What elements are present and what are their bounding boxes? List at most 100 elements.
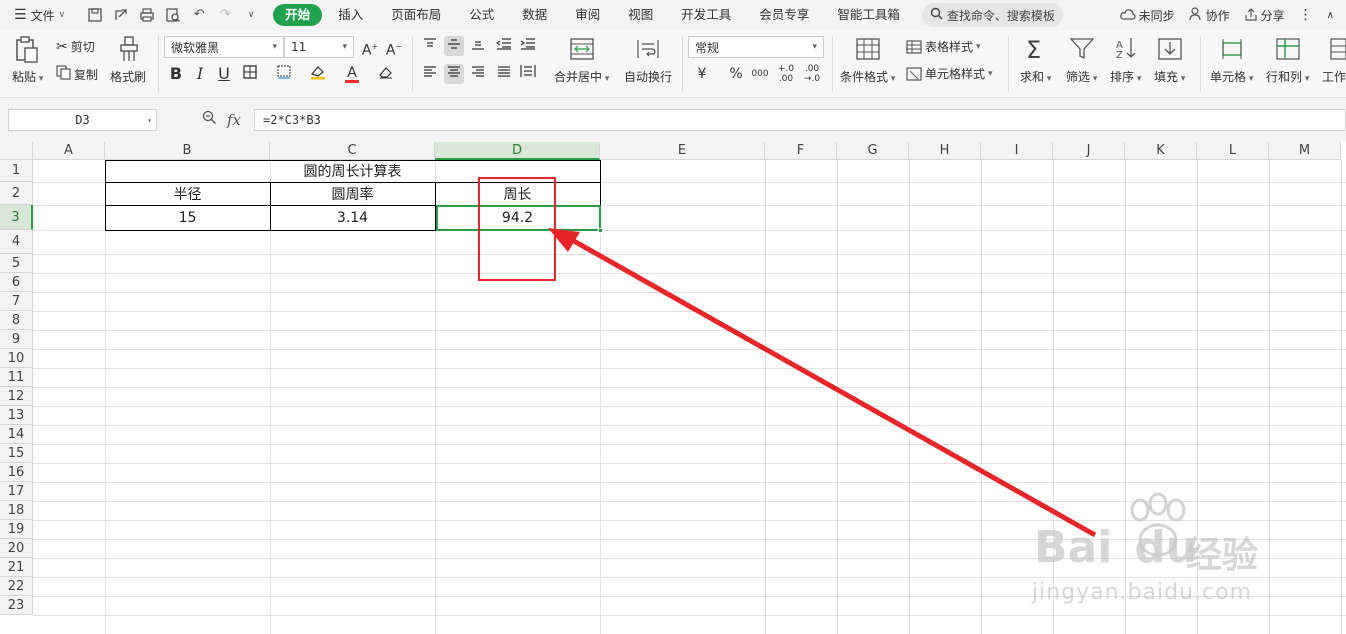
underline-icon[interactable]: U: [214, 64, 234, 84]
currency-icon[interactable]: ¥: [692, 64, 712, 84]
print-icon[interactable]: [139, 7, 155, 23]
font-size-select[interactable]: 11 ▾: [284, 36, 354, 58]
format-painter-label[interactable]: 格式刷: [110, 68, 146, 85]
row-header-16[interactable]: 16: [0, 463, 33, 482]
row-header-22[interactable]: 22: [0, 577, 33, 596]
cell-icon[interactable]: [1220, 38, 1244, 63]
wrap-text-label[interactable]: 自动换行: [624, 68, 672, 85]
paste-button[interactable]: [14, 36, 40, 67]
increase-font-icon[interactable]: A+: [360, 37, 380, 59]
header-cell-c2[interactable]: 圆周率: [270, 182, 435, 205]
redo-icon[interactable]: ↷: [217, 7, 233, 23]
table-style-button[interactable]: 表格样式 ▾: [906, 38, 981, 55]
distributed-align-icon[interactable]: [518, 64, 538, 84]
cell-button[interactable]: 单元格 ▾: [1210, 68, 1253, 85]
row-header-5[interactable]: 5: [0, 254, 33, 273]
tab-smart-toolbox[interactable]: 智能工具箱: [825, 4, 912, 26]
row-header-8[interactable]: 8: [0, 311, 33, 330]
tab-review[interactable]: 审阅: [563, 4, 612, 26]
font-color-icon[interactable]: A: [342, 63, 362, 83]
worksheet-button[interactable]: 工作: [1322, 68, 1346, 85]
tab-data[interactable]: 数据: [510, 4, 559, 26]
row-col-icon[interactable]: [1276, 38, 1300, 63]
border-icon[interactable]: [240, 64, 260, 84]
select-all-corner[interactable]: [0, 142, 33, 160]
format-painter-icon[interactable]: [118, 36, 140, 65]
fill-handle[interactable]: [598, 228, 603, 233]
copy-button[interactable]: 复制: [56, 65, 98, 83]
row-header-23[interactable]: 23: [0, 596, 33, 615]
tab-page-layout[interactable]: 页面布局: [379, 4, 453, 26]
increase-decimal-icon[interactable]: +.0.00: [776, 64, 796, 84]
conditional-format-button[interactable]: 条件格式 ▾: [840, 68, 895, 85]
worksheet-icon[interactable]: [1330, 38, 1346, 63]
cut-button[interactable]: ✂ 剪切: [56, 38, 95, 55]
align-center-icon[interactable]: [444, 64, 464, 84]
row-header-18[interactable]: 18: [0, 501, 33, 520]
column-header-d[interactable]: D: [435, 142, 600, 160]
wrap-text-icon[interactable]: [636, 38, 660, 63]
share-button[interactable]: 分享: [1244, 7, 1285, 24]
thousands-separator-icon[interactable]: 000: [750, 64, 770, 84]
row-header-7[interactable]: 7: [0, 292, 33, 311]
name-box[interactable]: D3 ▾: [8, 109, 157, 131]
row-header-15[interactable]: 15: [0, 444, 33, 463]
tab-developer[interactable]: 开发工具: [669, 4, 743, 26]
tab-home[interactable]: 开始: [273, 4, 323, 26]
column-header-e[interactable]: E: [600, 142, 765, 160]
row-header-4[interactable]: 4: [0, 230, 33, 254]
column-header-f[interactable]: F: [765, 142, 837, 160]
column-header-a[interactable]: A: [33, 142, 105, 160]
font-name-select[interactable]: 微软雅黑 ▾: [164, 36, 284, 58]
formula-input[interactable]: =2*C3*B3: [254, 109, 1346, 131]
row-header-14[interactable]: 14: [0, 425, 33, 444]
decrease-decimal-icon[interactable]: .00 →.0: [802, 64, 822, 84]
merge-center-button[interactable]: 合并居中 ▾: [554, 68, 609, 85]
tab-member[interactable]: 会员专享: [747, 4, 821, 26]
fill-button[interactable]: 填充 ▾: [1154, 68, 1185, 85]
number-format-select[interactable]: 常规 ▾: [688, 36, 824, 58]
sum-button[interactable]: 求和 ▾: [1020, 68, 1051, 85]
row-header-3[interactable]: 3: [0, 205, 33, 230]
column-header-j[interactable]: J: [1053, 142, 1125, 160]
column-header-c[interactable]: C: [270, 142, 435, 160]
bold-icon[interactable]: B: [166, 64, 186, 84]
row-header-6[interactable]: 6: [0, 273, 33, 292]
align-middle-icon[interactable]: [444, 36, 464, 56]
print-preview-icon[interactable]: [165, 7, 181, 23]
row-header-9[interactable]: 9: [0, 330, 33, 349]
function-icon[interactable]: fx: [227, 111, 241, 129]
filter-button[interactable]: 筛选 ▾: [1066, 68, 1097, 85]
collab-button[interactable]: 协作: [1189, 6, 1230, 24]
align-top-icon[interactable]: [420, 36, 440, 56]
collapse-ribbon-icon[interactable]: ∧: [1327, 10, 1334, 21]
table-title-cell[interactable]: 圆的周长计算表: [105, 160, 600, 182]
row-col-button[interactable]: 行和列 ▾: [1266, 68, 1309, 85]
decrease-indent-icon[interactable]: [494, 36, 514, 56]
row-header-1[interactable]: 1: [0, 160, 33, 182]
tab-insert[interactable]: 插入: [326, 4, 375, 26]
value-cell-c3[interactable]: 3.14: [270, 205, 435, 230]
sync-button[interactable]: 未同步: [1119, 7, 1175, 24]
file-menu[interactable]: ☰ 文件 ∨: [0, 0, 73, 30]
decrease-font-icon[interactable]: A−: [384, 37, 404, 59]
fill-color-icon[interactable]: [274, 64, 294, 84]
fill-icon[interactable]: [1158, 38, 1182, 63]
row-header-21[interactable]: 21: [0, 558, 33, 577]
value-cell-b3[interactable]: 15: [105, 205, 270, 230]
italic-icon[interactable]: I: [190, 64, 210, 84]
save-icon[interactable]: [87, 7, 103, 23]
undo-icon[interactable]: ↶: [191, 7, 207, 23]
cell-style-button[interactable]: 单元格样式 ▾: [906, 65, 993, 82]
align-left-icon[interactable]: [420, 64, 440, 84]
percent-icon[interactable]: %: [726, 64, 746, 84]
zoom-icon[interactable]: [202, 110, 217, 129]
column-header-h[interactable]: H: [909, 142, 981, 160]
header-cell-b2[interactable]: 半径: [105, 182, 270, 205]
row-header-20[interactable]: 20: [0, 539, 33, 558]
conditional-format-icon[interactable]: [856, 38, 880, 63]
column-header-k[interactable]: K: [1125, 142, 1197, 160]
column-header-m[interactable]: M: [1269, 142, 1341, 160]
sort-icon[interactable]: AZ: [1114, 36, 1138, 63]
row-header-19[interactable]: 19: [0, 520, 33, 539]
